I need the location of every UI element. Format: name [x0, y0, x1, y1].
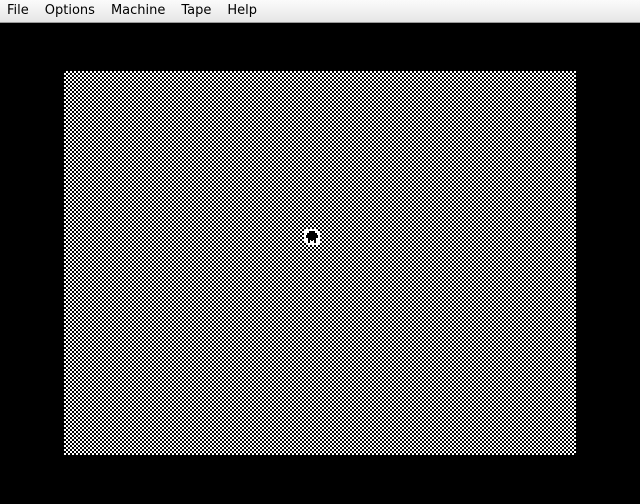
block-sprite-icon [304, 229, 320, 245]
menu-file[interactable]: File [0, 0, 37, 22]
menu-bar: File Options Machine Tape Help [0, 0, 640, 23]
menu-machine[interactable]: Machine [103, 0, 173, 22]
screen-paper-area[interactable] [64, 71, 576, 455]
emulator-window: File Options Machine Tape Help [0, 0, 640, 504]
menu-tape[interactable]: Tape [173, 0, 219, 22]
menu-options[interactable]: Options [37, 0, 103, 22]
emulator-display[interactable] [0, 23, 640, 504]
menu-help[interactable]: Help [219, 0, 265, 22]
